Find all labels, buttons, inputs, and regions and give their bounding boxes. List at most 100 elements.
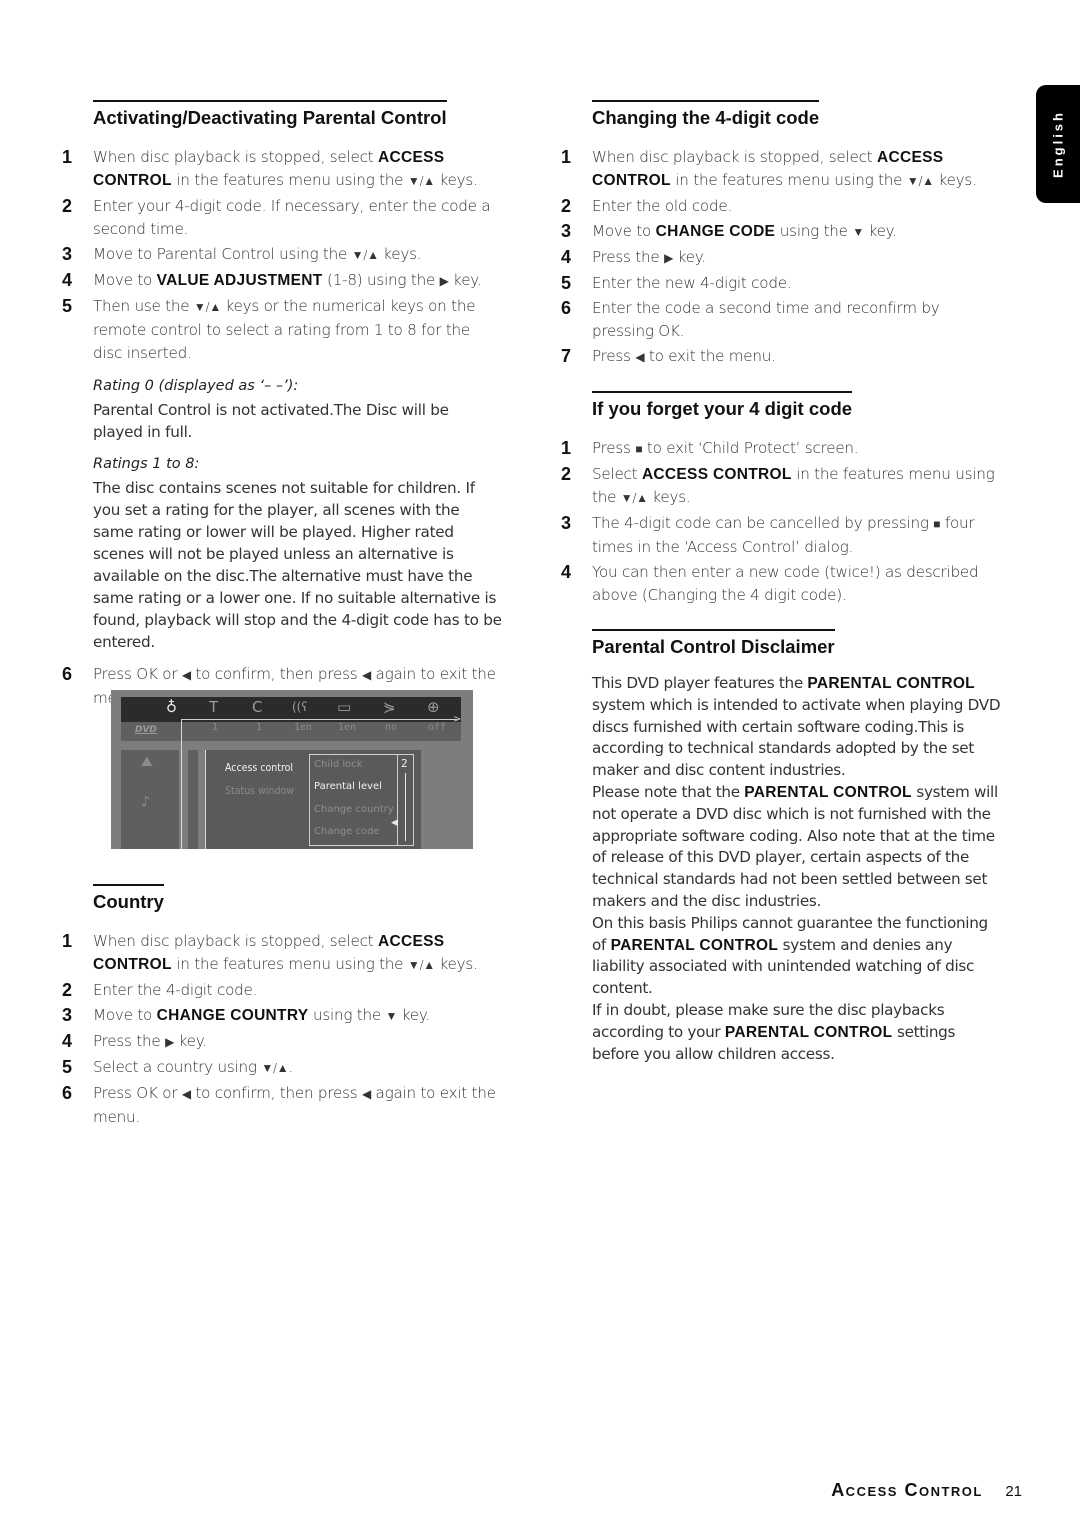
section-heading: If you forget your 4 digit code bbox=[592, 398, 853, 419]
section-heading: Activating/Deactivating Parental Control bbox=[93, 107, 447, 128]
step-number: 3 bbox=[561, 221, 571, 241]
osd-menu-item: Status window bbox=[225, 785, 294, 797]
language-label: English bbox=[1050, 110, 1066, 178]
key-glyph-icon: ◀ bbox=[635, 350, 645, 364]
text-run: When disc playback is stopped, select bbox=[592, 148, 877, 166]
step-text: You can then enter a new code (twice!) a… bbox=[592, 563, 979, 604]
step-item: 6 Press OK or ◀ to confirm, then press ◀ … bbox=[62, 1082, 502, 1129]
step-item: 3 Move to CHANGE COUNTRY using the ▼ key. bbox=[62, 1004, 502, 1028]
section-heading: Country bbox=[93, 891, 164, 912]
text-run: system which is intended to activate whe… bbox=[592, 695, 1001, 780]
ratings1to8-text: The disc contains scenes not suitable fo… bbox=[93, 479, 502, 651]
step-number: 3 bbox=[62, 244, 72, 264]
left-column: Activating/Deactivating Parental Control… bbox=[62, 100, 502, 712]
text-run: When disc playback is stopped, select bbox=[93, 932, 378, 950]
text-run: key. bbox=[174, 1032, 208, 1050]
rating0-text: Parental Control is not activated.The Di… bbox=[93, 401, 449, 441]
bold-term: PARENTAL CONTROL bbox=[807, 675, 975, 692]
osd-submenu-item: Change country bbox=[314, 804, 394, 815]
angle-icon: ⋟ bbox=[383, 698, 396, 716]
text-run: Select a country using bbox=[93, 1058, 262, 1076]
right-column: Changing the 4-digit code 1 When disc pla… bbox=[561, 100, 1001, 1065]
osd-value: 1en bbox=[338, 722, 357, 733]
key-glyph-icon: ▶ bbox=[439, 274, 449, 288]
text-run: The 4-digit code can be cancelled by pre… bbox=[592, 514, 934, 532]
step-item: 6 Enter the code a second time and reconf… bbox=[561, 297, 1001, 343]
step-item: 4 You can then enter a new code (twice!) … bbox=[561, 561, 1001, 607]
zoom-icon: ⊕ bbox=[427, 698, 440, 716]
key-glyph-icon: ▼/▲ bbox=[906, 174, 934, 188]
step-number: 2 bbox=[62, 980, 72, 1000]
osd-submenu: Child lock Parental level Change country… bbox=[309, 754, 398, 846]
text-run: in the features menu using the bbox=[171, 955, 408, 973]
osd-value: 1 bbox=[212, 722, 219, 733]
step-text: Enter the old code. bbox=[592, 197, 733, 215]
text-run: . bbox=[288, 1058, 293, 1076]
osd-arrow-line bbox=[181, 719, 457, 720]
text-run: Move to bbox=[93, 1006, 157, 1024]
step-item: 2 Enter your 4-digit code. If necessary, … bbox=[62, 195, 502, 241]
step-number: 1 bbox=[561, 147, 571, 167]
step-item: 1 When disc playback is stopped, select A… bbox=[62, 930, 502, 977]
text-run: Press bbox=[592, 347, 636, 365]
step-number: 4 bbox=[561, 562, 571, 582]
osd-submenu-item: Child lock bbox=[314, 759, 363, 770]
text-run: Please note that the bbox=[592, 782, 745, 801]
step-number: 6 bbox=[62, 1083, 72, 1103]
step-item: 4 Move to VALUE ADJUSTMENT (1-8) using th… bbox=[62, 269, 502, 293]
osd-submenu-item: Change code bbox=[314, 826, 380, 837]
osd-scroll-strip bbox=[188, 750, 198, 849]
key-glyph-icon: ▼/▲ bbox=[261, 1061, 289, 1075]
picture-icon: ⛰ bbox=[141, 754, 153, 770]
step-number: 4 bbox=[561, 247, 571, 267]
text-run: (1-8) using the bbox=[322, 271, 440, 289]
bold-term: ACCESS CONTROL bbox=[641, 466, 792, 483]
heading-rule bbox=[93, 884, 164, 886]
title-icon: T bbox=[209, 698, 219, 716]
step-item: 5 Select a country using ▼/▲. bbox=[62, 1056, 502, 1080]
step-text: Enter the 4-digit code. bbox=[93, 981, 258, 999]
osd-value: off bbox=[428, 722, 447, 733]
key-glyph-icon: ◀ bbox=[181, 1087, 191, 1101]
text-run: system will not operate a DVD disc which… bbox=[592, 782, 998, 910]
section-heading: Changing the 4-digit code bbox=[592, 107, 820, 128]
key-glyph-icon: ▼/▲ bbox=[193, 300, 221, 314]
page-footer: Access Control 21 bbox=[831, 1480, 1022, 1501]
text-run: Move to bbox=[592, 222, 656, 240]
text-run: using the bbox=[308, 1006, 386, 1024]
disclaimer-paragraph: Please note that the PARENTAL CONTROL sy… bbox=[592, 782, 1001, 913]
step-number: 5 bbox=[62, 1057, 72, 1077]
text-run: keys. bbox=[434, 171, 478, 189]
footer-section-title: Access Control bbox=[831, 1480, 983, 1500]
osd-submenu-item: Parental level bbox=[314, 781, 382, 792]
section-change-code: Changing the 4-digit code 1 When disc pla… bbox=[561, 100, 1001, 369]
bold-term: PARENTAL CONTROL bbox=[744, 783, 912, 801]
step-item: 1 Press ■ to exit ‘Child Protect’ screen. bbox=[561, 437, 1001, 461]
text-run: Press bbox=[592, 439, 636, 457]
step-list: 1 When disc playback is stopped, select A… bbox=[561, 146, 1001, 369]
dvd-logo: DVD bbox=[135, 725, 157, 735]
step-item: 2 Enter the 4-digit code. bbox=[62, 979, 502, 1002]
step-item: 4 Press the ▶ key. bbox=[561, 246, 1001, 270]
step-number: 3 bbox=[561, 513, 571, 533]
text-run: Press the bbox=[93, 1032, 166, 1050]
step-number: 2 bbox=[561, 196, 571, 216]
disclaimer-paragraph: If in doubt, please make sure the disc p… bbox=[592, 1000, 1001, 1065]
section-country: Country 1 When disc playback is stopped, … bbox=[62, 884, 502, 1129]
step-text: Enter the new 4-digit code. bbox=[592, 274, 792, 292]
music-note-icon: ♪ bbox=[141, 794, 150, 810]
osd-value: 1 bbox=[256, 722, 263, 733]
step-item: 7 Press ◀ to exit the menu. bbox=[561, 345, 1001, 369]
osd-value: no bbox=[385, 722, 398, 733]
step-number: 4 bbox=[62, 1031, 72, 1051]
audio-icon: ((ʕ bbox=[292, 700, 308, 714]
text-run: to exit the menu. bbox=[644, 347, 776, 365]
step-number: 2 bbox=[561, 464, 571, 484]
step-text: Enter your 4-digit code. If necessary, e… bbox=[93, 197, 491, 238]
step-item: 3 Move to Parental Control using the ▼/▲ … bbox=[62, 243, 502, 267]
text-run: When disc playback is stopped, select bbox=[93, 148, 378, 166]
step-list: 1 When disc playback is stopped, select A… bbox=[62, 146, 502, 365]
heading-rule bbox=[592, 391, 853, 393]
access-control-icon: ♁ bbox=[166, 698, 177, 716]
step-number: 2 bbox=[62, 196, 72, 216]
